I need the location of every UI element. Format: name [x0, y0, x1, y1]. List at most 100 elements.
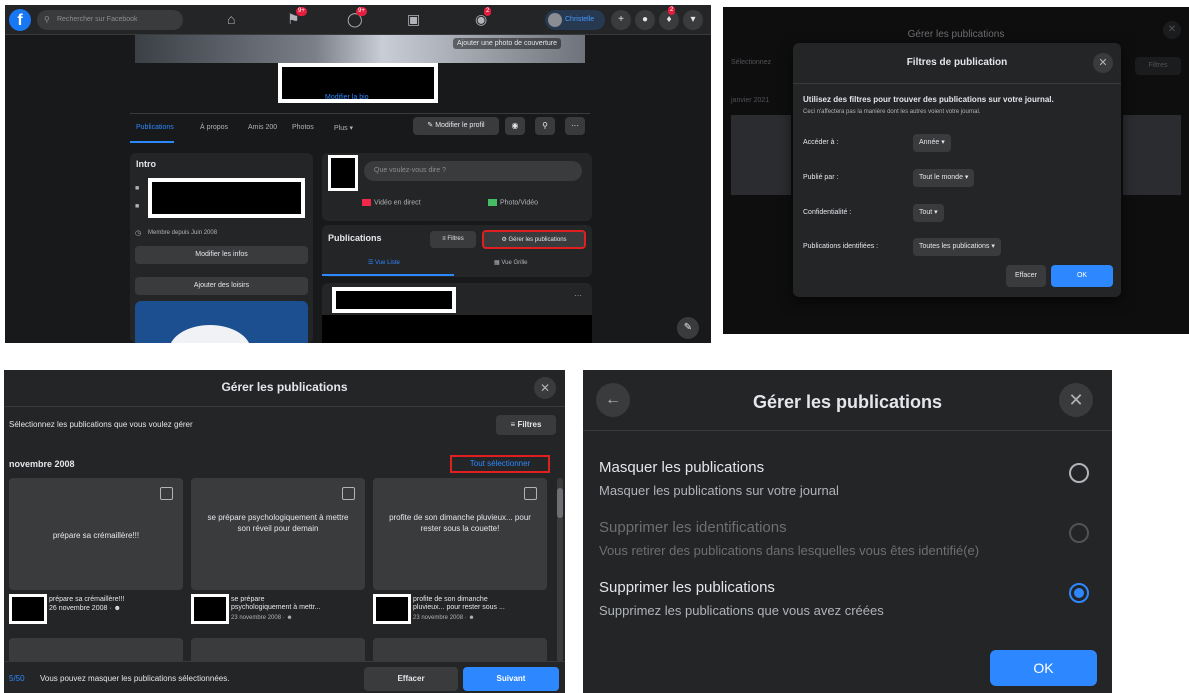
post-card[interactable] — [191, 638, 365, 662]
add-hobbies-button[interactable]: Ajouter des loisirs — [135, 277, 308, 295]
select-all-link[interactable]: Tout sélectionner — [450, 455, 550, 473]
messenger-icon[interactable]: ● — [635, 10, 655, 30]
profile-chip[interactable]: Christelle — [545, 10, 605, 30]
tab-publications[interactable]: Publications — [136, 124, 174, 131]
post-checkbox[interactable] — [524, 487, 537, 500]
ok-button[interactable]: OK — [1051, 265, 1113, 287]
notifications-badge: 2 — [668, 6, 676, 15]
next-button[interactable]: Suivant — [463, 667, 559, 691]
post-meta: se prépare psychologiquement à mettr... … — [191, 594, 369, 628]
create-plus-icon[interactable]: + — [611, 10, 631, 30]
list-view-label: Vue Liste — [375, 260, 400, 266]
edit-info-button[interactable]: Modifier les infos — [135, 246, 308, 264]
scrollbar[interactable] — [557, 478, 563, 662]
account-menu-chevron-icon[interactable]: ▾ — [683, 10, 703, 30]
view-as-eye-icon[interactable]: ◉ — [505, 117, 525, 135]
filters-subtext: Ceci n'affectera pas la manière dont les… — [803, 109, 981, 115]
post-card[interactable]: profite de son dimanche pluvieux... pour… — [373, 478, 547, 590]
redacted-avatar — [9, 594, 47, 624]
filters-button[interactable]: ≡ Filtres — [496, 415, 556, 435]
background-image — [1123, 115, 1181, 195]
divider — [4, 406, 565, 407]
pages-flag-icon[interactable]: ⚑ 9+ — [287, 7, 307, 28]
tab-more[interactable]: Plus ▾ — [334, 124, 353, 132]
grid-view-tab[interactable]: ▦ Vue Grille — [494, 259, 527, 266]
featured-logo — [165, 321, 255, 343]
new-message-icon[interactable]: ✎ — [677, 317, 699, 339]
delete-posts-radio[interactable] — [1069, 583, 1089, 603]
ok-button[interactable]: OK — [990, 650, 1097, 686]
manage-posts-label: Gérer les publications — [508, 237, 567, 243]
list-view-tab[interactable]: ☰ Vue Liste — [368, 259, 400, 266]
post-card[interactable] — [373, 638, 547, 662]
post-more-icon[interactable]: ··· — [574, 291, 582, 300]
hide-posts-description: Masquer les publications sur votre journ… — [599, 483, 839, 498]
close-icon[interactable]: ✕ — [1093, 53, 1113, 73]
location-icon: ■ — [135, 203, 140, 210]
hide-posts-radio[interactable] — [1069, 463, 1089, 483]
author-select[interactable]: Tout le monde ▾ — [913, 169, 975, 187]
post-meta-date: 23 novembre 2008 · ☻ — [413, 615, 475, 621]
notifications-bell-icon[interactable]: ♦ 2 — [659, 6, 679, 30]
post-meta-line: prépare sa crémaillère!!! — [49, 596, 125, 603]
privacy-select[interactable]: Tout ▾ — [913, 204, 944, 222]
live-video-button[interactable]: Vidéo en direct — [362, 199, 421, 206]
tab-friends[interactable]: Amis 200 — [248, 124, 277, 131]
active-view-indicator — [322, 274, 454, 276]
manage-posts-grid-screenshot: Gérer les publications ✕ Sélectionnez le… — [4, 370, 565, 693]
post-content — [322, 315, 592, 343]
post-checkbox[interactable] — [342, 487, 355, 500]
edit-profile-button[interactable]: ✎ Modifier le profil — [413, 117, 499, 135]
remove-tags-description: Vous retirer des publications dans lesqu… — [599, 543, 980, 558]
post-card[interactable]: se prépare psychologiquement à mettre so… — [191, 478, 365, 590]
search-placeholder: Rechercher sur Facebook — [57, 16, 138, 23]
background-image — [731, 115, 791, 195]
post-checkbox[interactable] — [160, 487, 173, 500]
divider — [793, 83, 1121, 84]
profile-chip-name: Christelle — [565, 16, 595, 23]
edit-bio-link[interactable]: Modifier la bio — [325, 94, 369, 101]
filters-button[interactable]: ≡ Filtres — [430, 231, 476, 248]
composer-input[interactable]: Que voulez-vous dire ? — [364, 161, 582, 181]
post-meta-line: profite de son dimanche — [413, 596, 488, 603]
profile-search-icon[interactable]: ⚲ — [535, 117, 555, 135]
post-meta-line: psychologiquement à mettr... — [231, 604, 321, 611]
year-select[interactable]: Année ▾ — [913, 134, 951, 152]
author-select-value: Tout le monde — [919, 174, 963, 181]
profile-more-icon[interactable]: ··· — [565, 117, 585, 135]
tab-photos[interactable]: Photos — [292, 124, 314, 131]
manage-posts-options-screenshot: ← Gérer les publications ✕ Masquer les p… — [583, 370, 1112, 693]
watch-icon[interactable]: ◯ 9+ — [347, 7, 367, 28]
background-close-icon: ✕ — [1163, 21, 1181, 39]
tagged-select[interactable]: Toutes les publications ▾ — [913, 238, 1001, 256]
post-card-text: prépare sa crémaillère!!! — [52, 531, 140, 540]
field-label: Accéder à : — [803, 139, 839, 146]
home-icon[interactable]: ⌂ — [227, 11, 235, 27]
post-card[interactable] — [9, 638, 183, 662]
close-icon[interactable]: ✕ — [534, 377, 556, 399]
facebook-logo-icon[interactable]: f — [9, 9, 31, 31]
groups-icon[interactable]: ◉ 2 — [475, 7, 492, 28]
facebook-search-input[interactable]: ⚲ Rechercher sur Facebook — [37, 10, 183, 30]
publications-title: Publications — [328, 233, 382, 243]
post-card-text: se prépare psychologiquement à mettre so… — [207, 513, 349, 533]
dialog-title: Gérer les publications — [221, 380, 348, 394]
close-icon[interactable]: ✕ — [1059, 383, 1093, 417]
marketplace-icon[interactable]: ▣ — [407, 11, 420, 28]
clear-button[interactable]: Effacer — [364, 667, 458, 691]
post-card[interactable]: prépare sa crémaillère!!! — [9, 478, 183, 590]
dialog-title: Gérer les publications — [752, 392, 943, 412]
audience-icon: ☻ — [468, 615, 475, 621]
photo-video-button[interactable]: Photo/Vidéo — [488, 199, 538, 206]
post-meta-date: 26 novembre 2008 · ☻ — [49, 605, 121, 612]
redacted-post-author — [332, 287, 456, 313]
manage-posts-button[interactable]: ⚙ Gérer les publications — [482, 230, 586, 249]
background-title: Gérer les publications — [907, 29, 1005, 40]
tab-about[interactable]: À propos — [200, 124, 228, 131]
post-composer: Que voulez-vous dire ? Vidéo en direct P… — [322, 153, 592, 221]
filters-label: Filtres — [517, 420, 542, 429]
scrollbar-thumb[interactable] — [557, 488, 563, 518]
clear-button[interactable]: Effacer — [1006, 265, 1046, 287]
add-cover-photo-button[interactable]: Ajouter une photo de couverture — [453, 38, 562, 49]
post-meta-line: pluvieux... pour rester sous ... — [413, 604, 505, 611]
